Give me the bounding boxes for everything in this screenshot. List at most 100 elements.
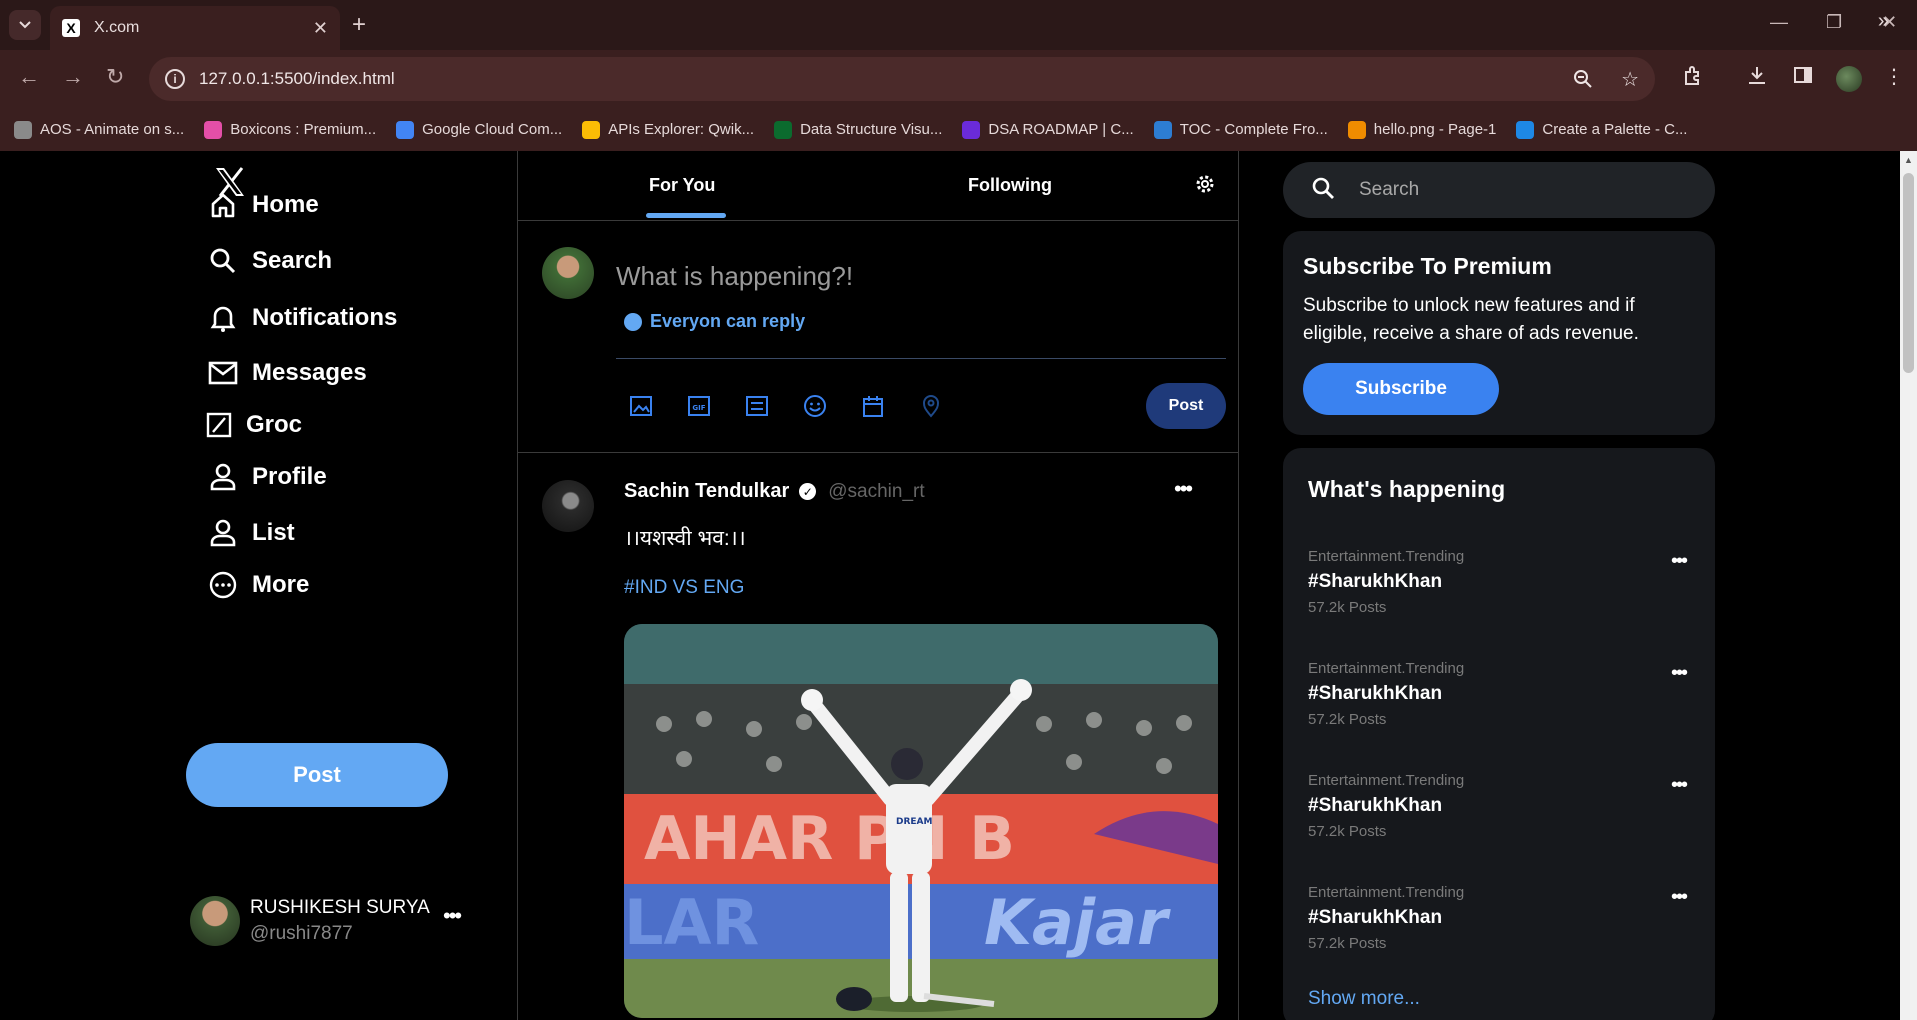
trend-count: 57.2k Posts (1308, 599, 1387, 616)
bookmark-label: hello.png - Page-1 (1373, 121, 1497, 138)
nav-label: Profile (252, 463, 327, 490)
bookmark-item[interactable]: Create a Palette - C... (1516, 120, 1687, 139)
bookmark-favicon-icon (774, 120, 793, 139)
nav-label: Messages (252, 359, 367, 386)
composer-post-button[interactable]: Post (1146, 383, 1226, 429)
nav-messages[interactable]: Messages (208, 359, 367, 387)
location-icon[interactable] (918, 393, 944, 419)
trend-item[interactable]: Entertainment.Trending #SharukhKhan 57.2… (1308, 548, 1698, 616)
bookmark-item[interactable]: TOC - Complete Fro... (1153, 120, 1328, 139)
extensions-icon[interactable] (1682, 64, 1704, 86)
tab-search-button[interactable] (9, 10, 41, 40)
bookmark-item[interactable]: Data Structure Visu... (774, 120, 942, 139)
account-switcher[interactable]: RUSHIKESH SURYA @rushi7877 (190, 896, 430, 946)
zoom-icon[interactable] (1573, 69, 1593, 89)
reload-icon[interactable]: ↻ (106, 64, 124, 90)
bookmark-item[interactable]: DSA ROADMAP | C... (962, 120, 1134, 139)
scrollbar-thumb[interactable] (1903, 173, 1914, 373)
site-info-icon[interactable]: i (165, 69, 185, 89)
avatar[interactable] (542, 480, 594, 532)
tweet-more-icon[interactable]: ••• (1174, 476, 1193, 502)
bookmark-favicon-icon (14, 120, 32, 139)
gear-icon[interactable] (1194, 173, 1216, 200)
tab-following[interactable]: Following (968, 175, 1052, 196)
premium-heading: Subscribe To Premium (1303, 253, 1552, 279)
forward-icon[interactable]: → (62, 64, 84, 90)
trend-category: Entertainment.Trending (1308, 884, 1465, 901)
page-scrollbar[interactable]: ▲ (1900, 151, 1917, 1020)
bookmark-item[interactable]: hello.png - Page-1 (1347, 120, 1497, 139)
search-icon (208, 247, 238, 275)
tab-for-you[interactable]: For You (649, 175, 715, 196)
url-text[interactable]: 127.0.0.1:5500/index.html (199, 69, 1545, 89)
tab-close-icon[interactable]: ✕ (313, 18, 328, 39)
bookmark-item[interactable]: Google Cloud Com... (396, 120, 562, 139)
trends-card: What's happening Entertainment.Trending … (1283, 448, 1715, 1020)
account-more-icon[interactable]: ••• (443, 903, 462, 929)
trend-more-icon[interactable]: ••• (1671, 550, 1688, 573)
address-bar[interactable]: i 127.0.0.1:5500/index.html ☆ (149, 57, 1655, 101)
trend-more-icon[interactable]: ••• (1671, 662, 1688, 685)
poll-icon[interactable] (744, 393, 770, 419)
download-icon[interactable] (1746, 64, 1768, 86)
hashtag-link[interactable]: #IND VS ENG (624, 577, 744, 599)
back-icon[interactable]: ← (18, 64, 40, 90)
author-name[interactable]: Sachin Tendulkar (624, 480, 789, 503)
nav-search[interactable]: Search (208, 247, 332, 275)
premium-card: Subscribe To Premium Subscribe to unlock… (1283, 231, 1715, 435)
author-handle[interactable]: @sachin_rt (828, 481, 924, 503)
tweet[interactable]: Sachin Tendulkar ✓ @sachin_rt ••• ।।यशस्… (518, 454, 1238, 1020)
subscribe-button[interactable]: Subscribe (1303, 363, 1499, 415)
trend-tag: #SharukhKhan (1308, 571, 1443, 592)
search-input[interactable]: Search (1283, 162, 1715, 218)
tab-title: X.com (94, 19, 140, 36)
trends-heading: What's happening (1308, 476, 1506, 502)
scroll-up-icon[interactable]: ▲ (1904, 155, 1913, 165)
emoji-icon[interactable] (802, 393, 828, 419)
chevron-down-icon (19, 21, 31, 29)
restore-icon[interactable]: ❐ (1826, 12, 1842, 33)
nav-more[interactable]: More (208, 571, 309, 599)
bookmarks-overflow-icon[interactable]: » (1878, 10, 1889, 33)
tweet-image[interactable]: AHAR PN B LAR Kajar DREAM (624, 624, 1218, 1018)
bookmark-item[interactable]: AOS - Animate on s... (14, 120, 184, 139)
image-icon[interactable] (628, 393, 654, 419)
post-button[interactable]: Post (186, 743, 448, 807)
nav-notifications[interactable]: Notifications (208, 303, 397, 333)
reply-setting[interactable]: Everyon can reply (624, 311, 805, 332)
browser-profile-avatar[interactable] (1836, 66, 1862, 92)
svg-text:DREAM: DREAM (896, 817, 933, 827)
nav-list[interactable]: List (208, 519, 295, 547)
browser-toolbar: ← → ↻ i 127.0.0.1:5500/index.html ☆ ⋮ (0, 50, 1917, 108)
bookmark-favicon-icon (1516, 120, 1535, 139)
browser-tab[interactable]: X X.com ✕ (50, 6, 340, 50)
new-tab-icon[interactable]: + (352, 11, 366, 39)
trend-more-icon[interactable]: ••• (1671, 886, 1688, 909)
bookmark-item[interactable]: APIs Explorer: Qwik... (582, 120, 754, 139)
trend-count: 57.2k Posts (1308, 823, 1387, 840)
list-user-icon (208, 519, 238, 547)
nav-home[interactable]: Home (208, 191, 319, 219)
trend-item[interactable]: Entertainment.Trending #SharukhKhan 57.2… (1308, 772, 1698, 840)
bookmark-item[interactable]: Boxicons : Premium... (204, 120, 376, 139)
trend-item[interactable]: Entertainment.Trending #SharukhKhan 57.2… (1308, 660, 1698, 728)
bookmark-star-icon[interactable]: ☆ (1621, 67, 1639, 92)
avatar (190, 896, 240, 946)
reply-setting-label: Everyon can reply (650, 311, 806, 331)
nav-profile[interactable]: Profile (208, 463, 327, 491)
trend-more-icon[interactable]: ••• (1671, 774, 1688, 797)
kebab-menu-icon[interactable]: ⋮ (1884, 64, 1904, 89)
show-more-link[interactable]: Show more... (1308, 988, 1420, 1010)
schedule-icon[interactable] (860, 393, 886, 419)
svg-text:Kajar: Kajar (984, 886, 1171, 959)
bookmark-favicon-icon (582, 120, 601, 139)
bookmark-label: DSA ROADMAP | C... (988, 121, 1134, 138)
trend-item[interactable]: Entertainment.Trending #SharukhKhan 57.2… (1308, 884, 1698, 952)
mail-icon (208, 361, 238, 385)
minimize-icon[interactable]: — (1770, 12, 1788, 33)
gif-icon[interactable]: GIF (686, 393, 712, 419)
user-handle: @rushi7877 (250, 923, 353, 944)
compose-input[interactable]: What is happening?! (616, 261, 853, 292)
side-panel-icon[interactable] (1792, 64, 1814, 86)
nav-groc[interactable]: Groc (206, 411, 302, 439)
